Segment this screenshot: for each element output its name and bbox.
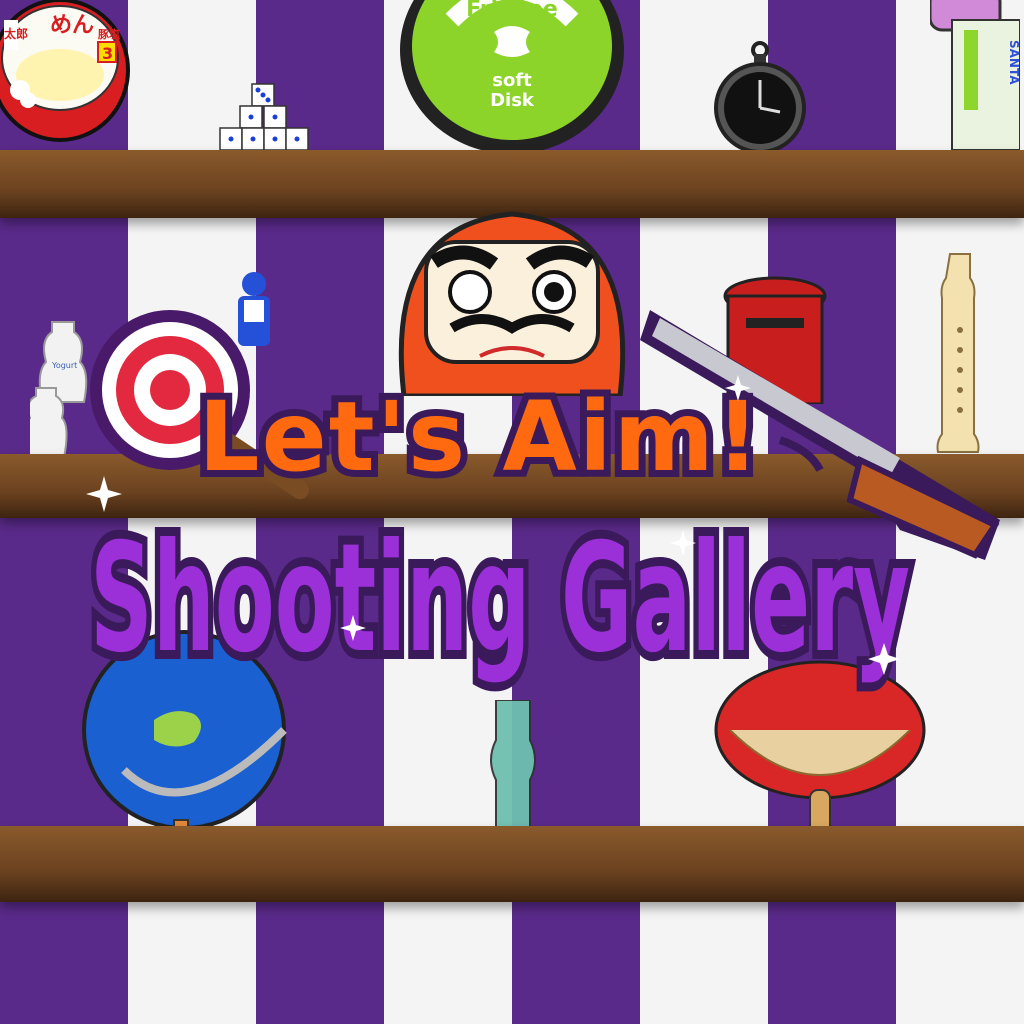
title-screen: めん 太郎 豚塩 3 FrisBee soft Disk SANTA Yogur… — [0, 0, 1024, 1024]
title-line-1: Let's Aim! — [198, 381, 761, 493]
game-logo: Let's Aim! Shooting Gallery — [0, 0, 1024, 1024]
title-line-2: Shooting Gallery — [90, 512, 910, 686]
